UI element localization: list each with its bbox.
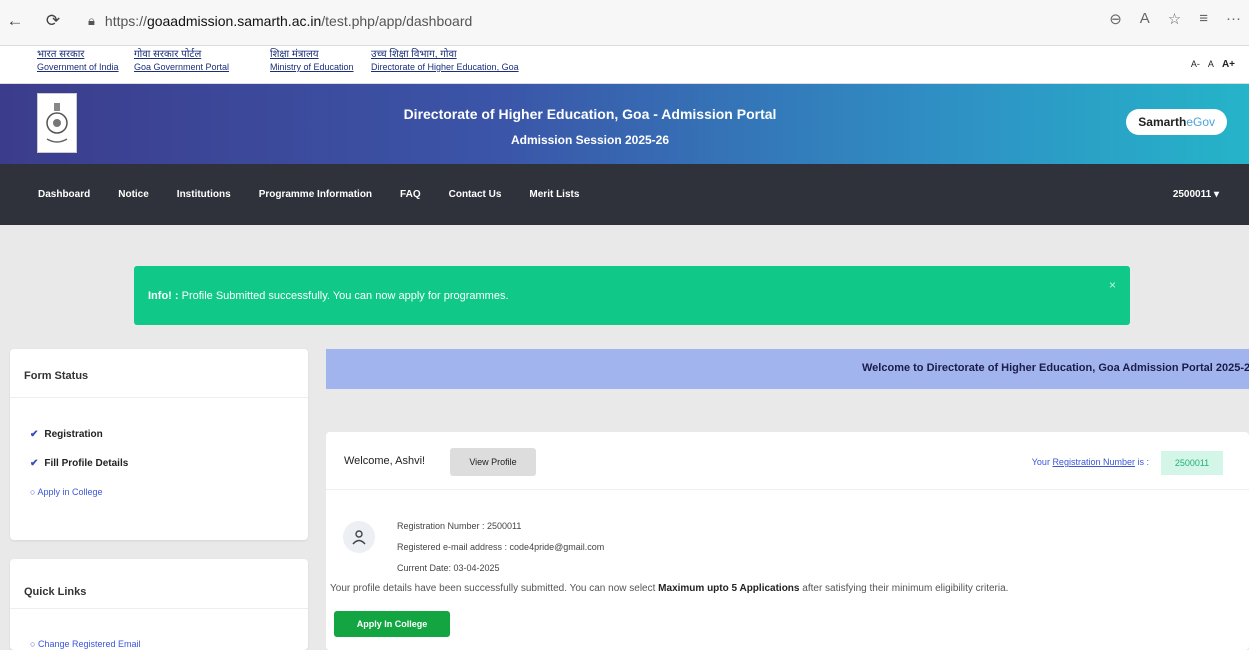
gov-link-dhe-goa[interactable]: उच्च शिक्षा विभाग, गोवा Directorate of Hi… (371, 49, 519, 73)
refresh-icon[interactable]: ⟳ (42, 11, 64, 31)
quick-link-change-email[interactable]: ○ Change Registered Email (30, 639, 141, 649)
success-alert: Info! : Profile Submitted successfully. … (134, 266, 1130, 325)
url-host: goaadmission.samarth.ac.in (146, 13, 322, 29)
nav-faq[interactable]: FAQ (400, 189, 421, 200)
registration-number-info: Registration Number : 2500011 (397, 521, 522, 531)
nav-contact-us[interactable]: Contact Us (449, 189, 502, 200)
gov-links-bar: भारत सरकार Government of India गोवा सरकार… (0, 46, 1249, 84)
view-profile-button[interactable]: View Profile (450, 448, 536, 476)
welcome-marquee: Welcome to Directorate of Higher Educati… (326, 349, 1249, 389)
favorite-star-icon[interactable]: ☆ (1168, 10, 1181, 28)
main-navbar: Dashboard Notice Institutions Programme … (0, 164, 1249, 225)
registration-number-badge: 2500011 (1161, 451, 1223, 475)
registration-number-label: Your Registration Number is : (1031, 457, 1149, 467)
status-step-apply[interactable]: ○ Apply in College (30, 487, 103, 497)
alert-message: Info! : Profile Submitted successfully. … (148, 290, 509, 302)
font-increase-button[interactable]: A+ (1222, 59, 1235, 70)
current-date-info: Current Date: 03-04-2025 (397, 563, 500, 573)
user-menu-dropdown[interactable]: 2500011 ▾ (1173, 189, 1219, 200)
nav-notice[interactable]: Notice (118, 189, 149, 200)
url-prefix: https:// (104, 13, 147, 29)
welcome-greeting: Welcome, Ashvi! (344, 455, 426, 467)
font-size-controls: A- A A+ (1191, 59, 1235, 70)
status-step-profile: ✔ Fill Profile Details (30, 458, 129, 469)
portal-title: Directorate of Higher Education, Goa - A… (403, 106, 777, 122)
circle-bullet-icon: ○ (30, 639, 38, 649)
profile-card: Welcome, Ashvi! View Profile Your Regist… (326, 432, 1249, 650)
samarth-egov-logo[interactable]: SamartheGov (1126, 109, 1227, 135)
gov-link-india[interactable]: भारत सरकार Government of India (37, 49, 119, 73)
status-step-registration: ✔ Registration (30, 429, 103, 440)
gov-link-ministry[interactable]: शिक्षा मंत्रालय Ministry of Education (270, 49, 354, 73)
font-decrease-button[interactable]: A- (1191, 59, 1200, 70)
registered-email-info: Registered e-mail address : code4pride@g… (397, 542, 605, 552)
read-aloud-icon[interactable]: A (1140, 10, 1150, 28)
zoom-icon[interactable]: ⊖ (1109, 10, 1122, 28)
form-status-card: Form Status ✔ Registration ✔ Fill Profile … (10, 349, 308, 540)
profile-submitted-description: Your profile details have been successfu… (330, 583, 1009, 594)
url-path: /test.php/app/dashboard (321, 13, 473, 29)
nav-institutions[interactable]: Institutions (177, 189, 231, 200)
nav-programme-information[interactable]: Programme Information (259, 189, 372, 200)
favorites-list-icon[interactable]: ≡ (1199, 10, 1208, 28)
gov-link-goa-portal[interactable]: गोवा सरकार पोर्टल Goa Government Portal (134, 49, 229, 73)
user-avatar-icon (343, 521, 375, 553)
back-arrow-icon[interactable]: ← (4, 11, 26, 31)
quick-links-title: Quick Links (10, 559, 308, 609)
more-menu-icon[interactable]: ··· (1226, 10, 1241, 28)
close-icon[interactable]: × (1109, 278, 1116, 292)
browser-toolbar: ← ⟳ 🔒︎ https://goaadmission.samarth.ac.i… (0, 0, 1249, 46)
session-title: Admission Session 2025-26 (510, 133, 670, 147)
apply-in-college-button[interactable]: Apply In College (334, 611, 450, 637)
check-icon: ✔ (30, 429, 39, 440)
lock-icon: 🔒︎ (88, 13, 95, 28)
font-normal-button[interactable]: A (1208, 59, 1214, 70)
header-banner: Directorate of Higher Education, Goa - A… (0, 84, 1249, 164)
registration-number-link[interactable]: Registration Number (1052, 457, 1135, 467)
form-status-title: Form Status (10, 349, 308, 398)
nav-dashboard[interactable]: Dashboard (38, 189, 90, 200)
profile-card-header: Welcome, Ashvi! View Profile Your Regist… (326, 432, 1249, 490)
welcome-marquee-text: Welcome to Directorate of Higher Educati… (862, 362, 1249, 374)
check-icon: ✔ (30, 458, 39, 469)
quick-links-card: Quick Links ○ Change Registered Email (10, 559, 308, 650)
browser-actions: ⊖ A ☆ ≡ ··· (1109, 10, 1241, 28)
nav-merit-lists[interactable]: Merit Lists (529, 189, 579, 200)
address-bar[interactable]: 🔒︎ https://goaadmission.samarth.ac.in/te… (88, 6, 1248, 36)
